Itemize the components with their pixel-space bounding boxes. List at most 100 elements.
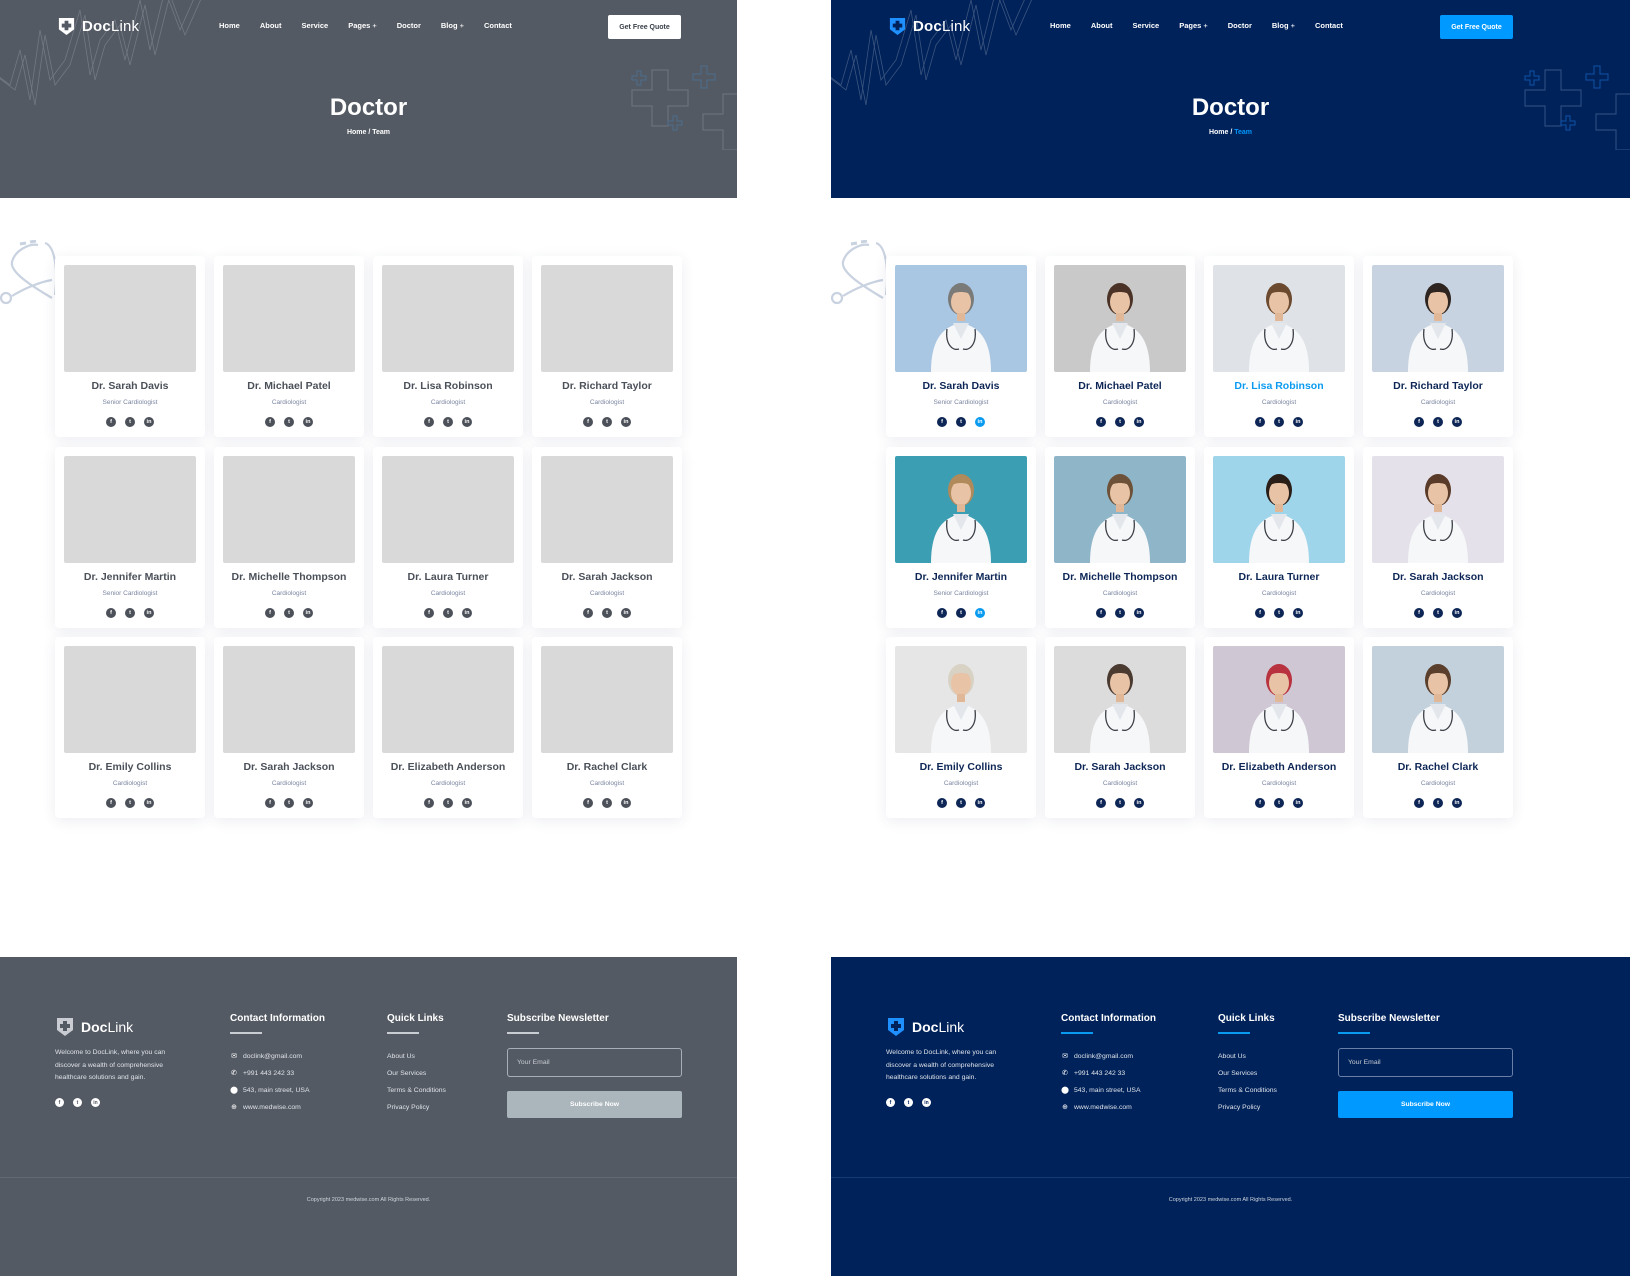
doctor-name[interactable]: Dr. Michael Patel [214, 380, 364, 392]
twitter-icon[interactable]: t [904, 1098, 913, 1107]
footer-brand-logo[interactable]: DocLink [55, 1017, 133, 1037]
twitter-icon[interactable]: t [284, 417, 294, 427]
linkedin-icon[interactable]: in [144, 417, 154, 427]
get-free-quote-button[interactable]: Get Free Quote [1440, 15, 1513, 39]
linkedin-icon[interactable]: in [975, 798, 985, 808]
quick-link[interactable]: About Us [1218, 1048, 1277, 1065]
linkedin-icon[interactable]: in [621, 798, 631, 808]
doctor-card[interactable]: Dr. Sarah Jackson Cardiologist f t in [1363, 446, 1513, 628]
doctor-photo[interactable] [1213, 646, 1345, 753]
doctor-photo[interactable] [223, 646, 355, 753]
nav-item-blog[interactable]: Blog + [441, 21, 464, 30]
linkedin-icon[interactable]: in [144, 798, 154, 808]
twitter-icon[interactable]: t [73, 1098, 82, 1107]
linkedin-icon[interactable]: in [1134, 417, 1144, 427]
quick-link[interactable]: Our Services [387, 1065, 446, 1082]
doctor-name[interactable]: Dr. Rachel Clark [1363, 761, 1513, 773]
doctor-card[interactable]: Dr. Michelle Thompson Cardiologist f t in [214, 446, 364, 628]
facebook-icon[interactable]: f [583, 607, 593, 618]
quick-link[interactable]: Terms & Conditions [387, 1082, 446, 1099]
doctor-card[interactable]: Dr. Michael Patel Cardiologist f t in [214, 256, 364, 437]
facebook-icon[interactable]: f [106, 607, 116, 618]
doctor-card[interactable]: Dr. Rachel Clark Cardiologist f t in [532, 637, 682, 818]
quick-link[interactable]: Our Services [1218, 1065, 1277, 1082]
nav-item-about[interactable]: About [260, 21, 282, 30]
twitter-icon[interactable]: t [956, 607, 966, 618]
doctor-name[interactable]: Dr. Lisa Robinson [373, 380, 523, 392]
nav-item-blog[interactable]: Blog + [1272, 21, 1295, 30]
doctor-photo[interactable] [541, 455, 673, 563]
twitter-icon[interactable]: t [956, 417, 966, 427]
linkedin-icon[interactable]: in [1452, 607, 1462, 618]
doctor-name[interactable]: Dr. Michael Patel [1045, 380, 1195, 392]
facebook-icon[interactable]: f [1096, 607, 1106, 618]
twitter-icon[interactable]: t [1433, 798, 1443, 808]
doctor-card[interactable]: Dr. Elizabeth Anderson Cardiologist f t in [373, 637, 523, 818]
linkedin-icon[interactable]: in [1293, 607, 1303, 618]
doctor-photo[interactable] [1054, 455, 1186, 563]
nav-item-contact[interactable]: Contact [484, 21, 512, 30]
linkedin-icon[interactable]: in [922, 1098, 931, 1107]
linkedin-icon[interactable]: in [303, 607, 313, 618]
facebook-icon[interactable]: f [424, 798, 434, 808]
doctor-name[interactable]: Dr. Sarah Jackson [1363, 571, 1513, 583]
doctor-name[interactable]: Dr. Michelle Thompson [1045, 571, 1195, 583]
doctor-name[interactable]: Dr. Sarah Jackson [1045, 761, 1195, 773]
facebook-icon[interactable]: f [886, 1098, 895, 1107]
doctor-name[interactable]: Dr. Richard Taylor [1363, 380, 1513, 392]
doctor-card[interactable]: Dr. Sarah Jackson Cardiologist f t in [214, 637, 364, 818]
twitter-icon[interactable]: t [125, 798, 135, 808]
doctor-name[interactable]: Dr. Rachel Clark [532, 761, 682, 773]
facebook-icon[interactable]: f [1414, 417, 1424, 427]
doctor-card[interactable]: Dr. Michelle Thompson Cardiologist f t in [1045, 446, 1195, 628]
linkedin-icon[interactable]: in [975, 417, 985, 427]
twitter-icon[interactable]: t [602, 798, 612, 808]
doctor-photo[interactable] [541, 646, 673, 753]
doctor-card[interactable]: Dr. Elizabeth Anderson Cardiologist f t in [1204, 637, 1354, 818]
nav-item-home[interactable]: Home [1050, 21, 1071, 30]
doctor-card[interactable]: Dr. Laura Turner Cardiologist f t in [1204, 446, 1354, 628]
doctor-name[interactable]: Dr. Michelle Thompson [214, 571, 364, 583]
doctor-name[interactable]: Dr. Sarah Jackson [532, 571, 682, 583]
doctor-name[interactable]: Dr. Laura Turner [1204, 571, 1354, 583]
doctor-name[interactable]: Dr. Jennifer Martin [55, 571, 205, 583]
facebook-icon[interactable]: f [55, 1098, 64, 1107]
nav-item-doctor[interactable]: Doctor [397, 21, 421, 30]
linkedin-icon[interactable]: in [462, 607, 472, 618]
doctor-name[interactable]: Dr. Sarah Jackson [214, 761, 364, 773]
doctor-photo[interactable] [895, 265, 1027, 372]
facebook-icon[interactable]: f [583, 417, 593, 427]
linkedin-icon[interactable]: in [1134, 798, 1144, 808]
linkedin-icon[interactable]: in [462, 417, 472, 427]
nav-item-service[interactable]: Service [302, 21, 329, 30]
get-free-quote-button[interactable]: Get Free Quote [608, 15, 681, 39]
facebook-icon[interactable]: f [265, 798, 275, 808]
twitter-icon[interactable]: t [1274, 607, 1284, 618]
contact-item[interactable]: ⊕ www.medwise.com [230, 1099, 325, 1116]
nav-item-pages[interactable]: Pages + [348, 21, 377, 30]
doctor-card[interactable]: Dr. Sarah Jackson Cardiologist f t in [1045, 637, 1195, 818]
subscribe-now-button[interactable]: Subscribe Now [1338, 1090, 1513, 1118]
doctor-photo[interactable] [1054, 646, 1186, 753]
doctor-name[interactable]: Dr. Jennifer Martin [886, 571, 1036, 583]
facebook-icon[interactable]: f [937, 417, 947, 427]
quick-link[interactable]: About Us [387, 1048, 446, 1065]
quick-link[interactable]: Terms & Conditions [1218, 1082, 1277, 1099]
doctor-photo[interactable] [64, 455, 196, 563]
footer-brand-logo[interactable]: DocLink [886, 1017, 964, 1037]
contact-item[interactable]: ✆ +991 443 242 33 [1061, 1065, 1156, 1082]
nav-item-pages[interactable]: Pages + [1179, 21, 1208, 30]
facebook-icon[interactable]: f [265, 607, 275, 618]
doctor-photo[interactable] [64, 265, 196, 372]
facebook-icon[interactable]: f [1255, 417, 1265, 427]
quick-link[interactable]: Privacy Policy [387, 1099, 446, 1116]
nav-item-service[interactable]: Service [1133, 21, 1160, 30]
nav-item-home[interactable]: Home [219, 21, 240, 30]
doctor-card[interactable]: Dr. Lisa Robinson Cardiologist f t in [1204, 256, 1354, 437]
doctor-card[interactable]: Dr. Rachel Clark Cardiologist f t in [1363, 637, 1513, 818]
twitter-icon[interactable]: t [443, 607, 453, 618]
doctor-photo[interactable] [1213, 265, 1345, 372]
doctor-card[interactable]: Dr. Lisa Robinson Cardiologist f t in [373, 256, 523, 437]
twitter-icon[interactable]: t [125, 417, 135, 427]
doctor-photo[interactable] [1372, 265, 1504, 372]
